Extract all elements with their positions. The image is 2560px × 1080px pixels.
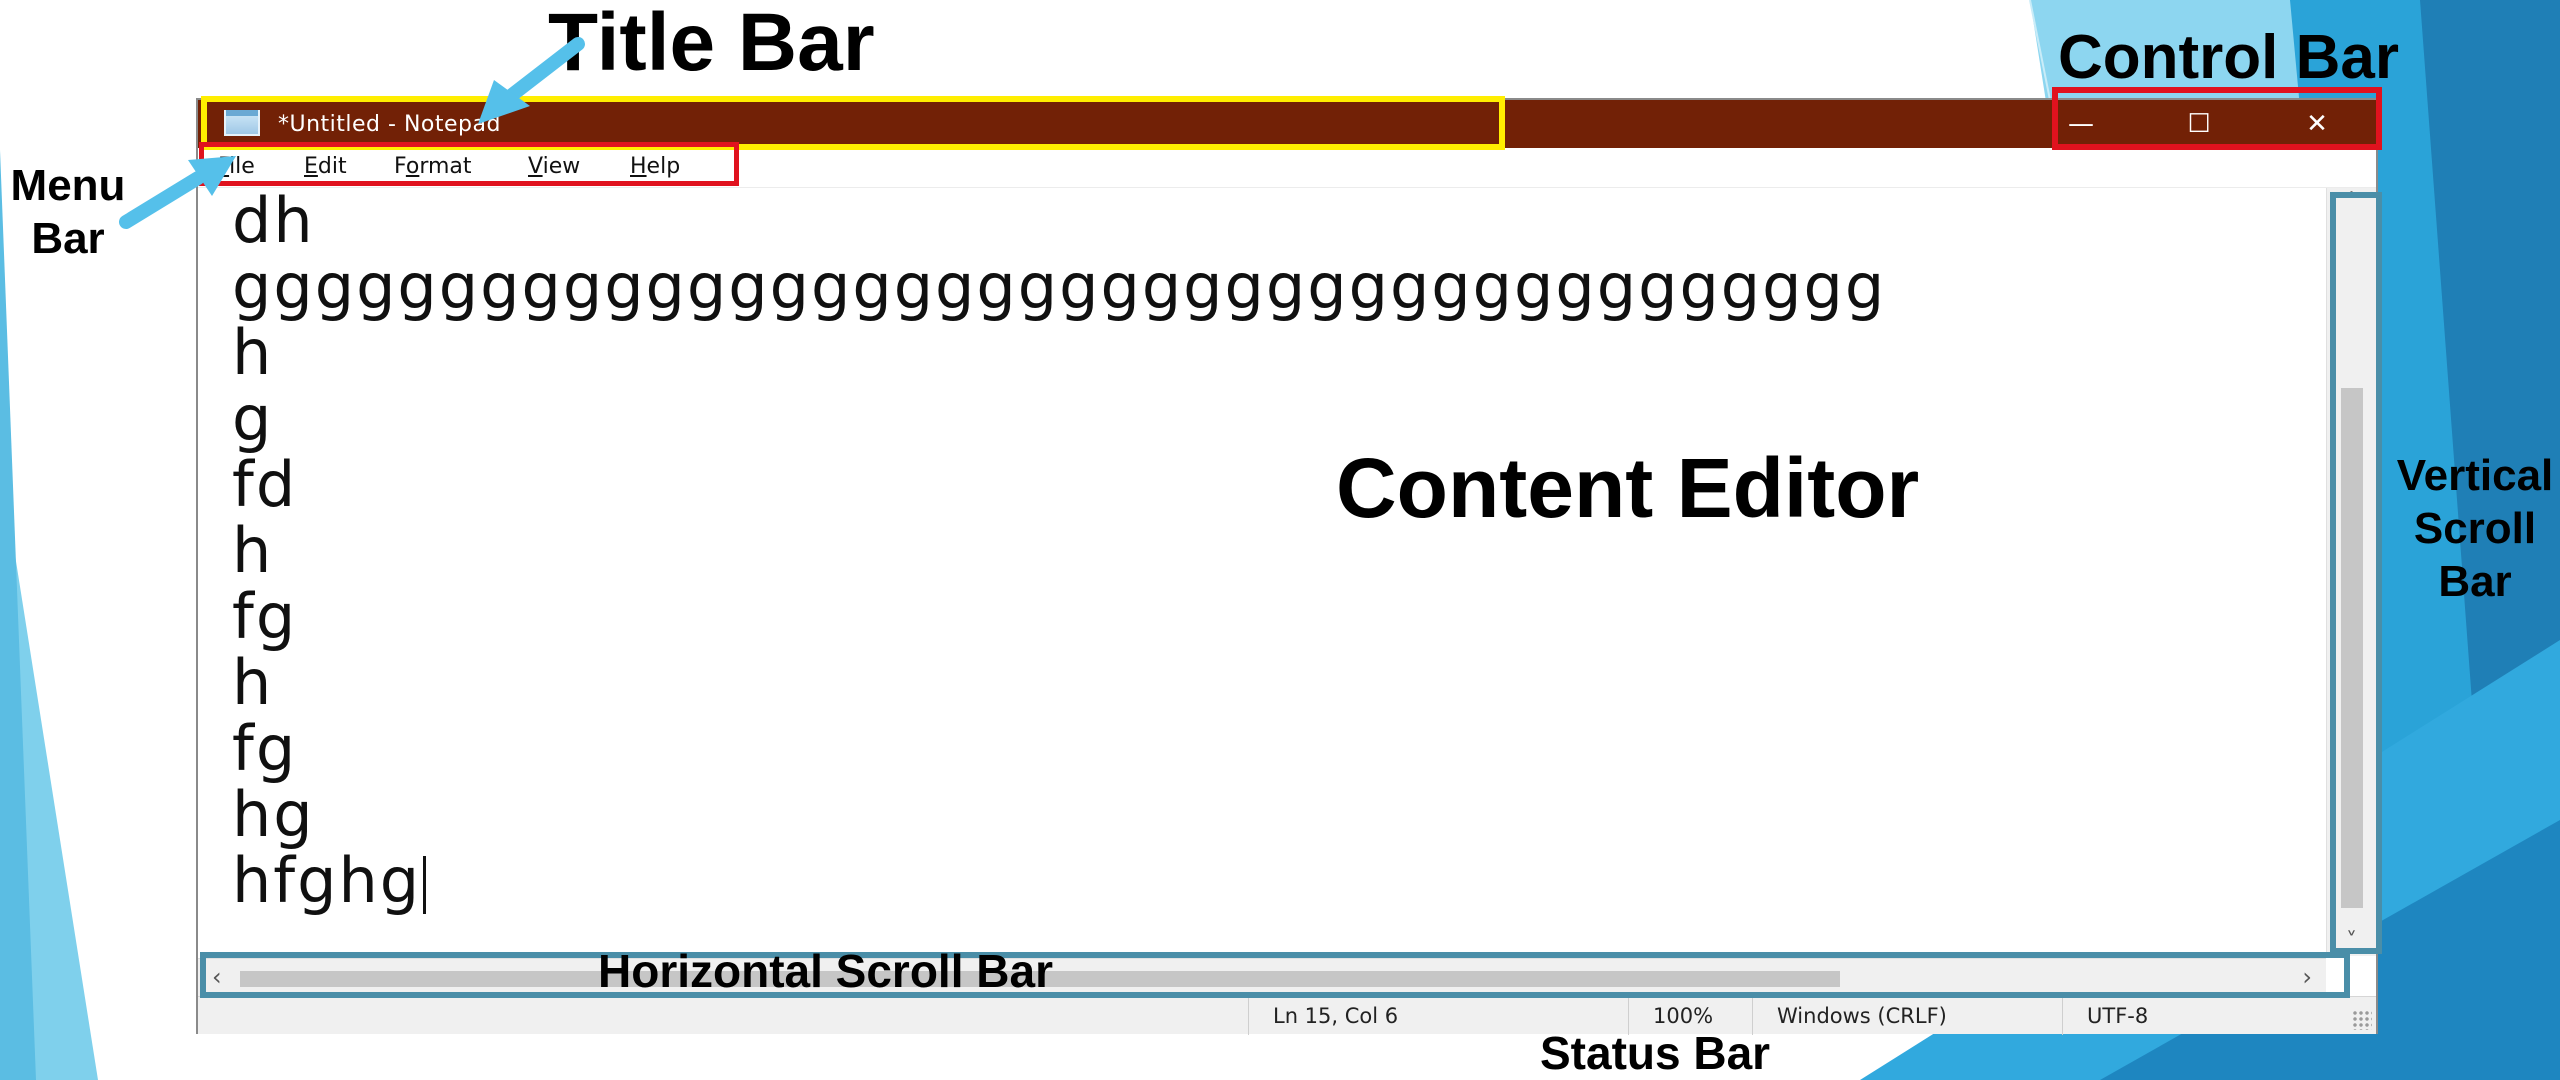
menu-edit[interactable]: Edit (304, 154, 347, 179)
menu-file-mnemonic: F (218, 154, 230, 179)
vertical-label-line1: Vertical (2396, 451, 2554, 500)
editor-line: dh (232, 188, 315, 257)
notepad-icon[interactable] (224, 110, 260, 136)
menu-help[interactable]: Help (630, 154, 680, 179)
status-bar: Ln 15, Col 6 100% Windows (CRLF) UTF-8 (198, 996, 2376, 1035)
vertical-scroll-bar[interactable]: ˄ ˅ (2326, 188, 2376, 956)
editor-line: fg (232, 580, 298, 653)
editor-line: gggggggggggggggggggggggggggggggggggggggg (232, 250, 1887, 323)
vertical-label-line3: Bar (2438, 556, 2512, 606)
vertical-scroll-label: Vertical Scroll Bar (2380, 450, 2560, 608)
content-editor[interactable]: dh ggggggggggggggggggggggggggggggggggggg… (198, 188, 2326, 950)
menu-file-rest: ile (229, 154, 255, 179)
close-button[interactable]: ✕ (2258, 100, 2376, 148)
scroll-left-arrow-icon[interactable]: ‹ (212, 963, 222, 991)
vertical-label-line2: Scroll (2413, 503, 2537, 553)
resize-grip-icon[interactable] (2352, 1010, 2372, 1030)
menu-edit-mnemonic: E (304, 154, 318, 179)
minimize-button[interactable]: — (2022, 100, 2140, 148)
menu-format-pre: F (394, 154, 406, 179)
editor-line-text: hfghg (232, 844, 422, 917)
menu-edit-rest: dit (317, 154, 347, 179)
menu-file[interactable]: File (218, 154, 255, 179)
menu-format[interactable]: Format (394, 154, 472, 179)
scroll-up-arrow-icon[interactable]: ˄ (2327, 190, 2376, 215)
scroll-right-arrow-icon[interactable]: › (2302, 963, 2312, 991)
editor-line: fg (232, 712, 298, 785)
menu-help-rest: elp (646, 154, 681, 179)
menu-bar: File Edit Format View Help (198, 148, 2376, 188)
menu-view-rest: iew (542, 154, 581, 179)
editor-line: hg (232, 778, 315, 851)
content-editor-label: Content Editor (1336, 441, 1920, 535)
menu-bar-label: Menu Bar (2, 160, 134, 266)
title-bar[interactable]: *Untitled - Notepad — ☐ ✕ (198, 100, 2376, 148)
horizontal-scroll-bar[interactable]: ‹ › (198, 958, 2326, 996)
horizontal-scroll-label: Horizontal Scroll Bar (598, 945, 1053, 997)
scroll-down-arrow-icon[interactable]: ˅ (2327, 929, 2376, 954)
menu-format-mnemonic: o (405, 154, 420, 179)
vertical-scroll-thumb[interactable] (2341, 388, 2363, 908)
status-bar-label: Status Bar (1540, 1027, 1771, 1079)
menu-bar-label-line2: Bar (31, 213, 105, 263)
menu-bar-label-line1: Menu (10, 161, 126, 210)
menu-view[interactable]: View (528, 154, 580, 179)
editor-lines: dh ggggggggggggggggggggggggggggggggggggg… (232, 188, 1886, 914)
editor-line-last: hfghg (232, 848, 1886, 914)
menu-format-rest: rmat (419, 154, 472, 179)
menu-view-mnemonic: V (528, 154, 543, 179)
control-bar: — ☐ ✕ (2022, 100, 2376, 148)
menu-help-mnemonic: H (630, 154, 647, 179)
maximize-button[interactable]: ☐ (2140, 100, 2258, 148)
title-bar-label: Title Bar (548, 0, 875, 88)
editor-line: h (232, 316, 274, 389)
notepad-window: *Untitled - Notepad — ☐ ✕ File Edit Form… (196, 98, 2378, 1035)
window-title: *Untitled - Notepad (278, 112, 501, 137)
text-caret (423, 855, 427, 914)
status-encoding: UTF-8 (2062, 997, 2352, 1035)
control-bar-label: Control Bar (2058, 23, 2399, 92)
status-line-ending: Windows (CRLF) (1752, 997, 2062, 1035)
editor-line: h (232, 646, 274, 719)
